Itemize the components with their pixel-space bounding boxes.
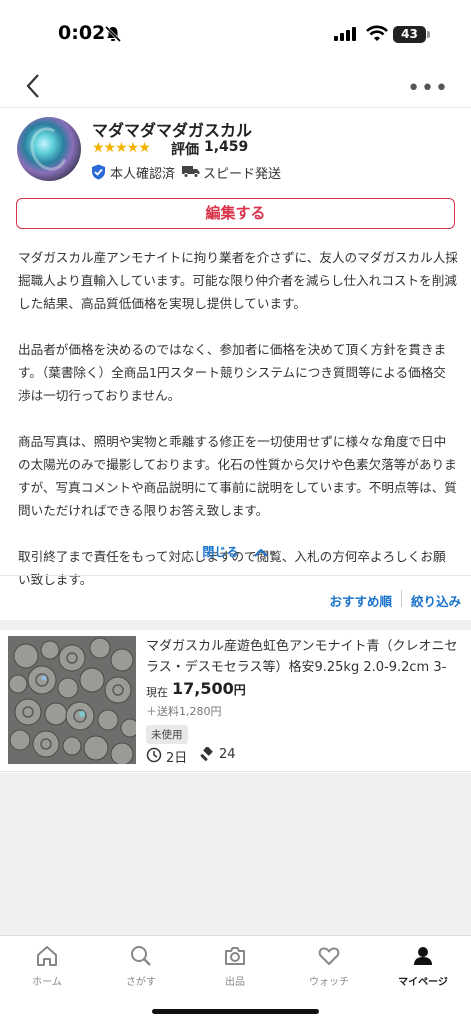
price-label: 現在 xyxy=(146,686,168,699)
item-title[interactable]: マダガスカル産遊色虹色アンモナイト青（クレオニセラス・デスモセラス等）格安9.2… xyxy=(146,636,464,678)
chevron-up-icon xyxy=(253,548,268,557)
sort-bar: おすすめ順 絞り込み xyxy=(0,576,471,620)
price-value: 17,500 xyxy=(172,679,234,698)
bid-count: 24 xyxy=(219,747,236,762)
sort-recommend-button[interactable]: おすすめ順 xyxy=(329,591,392,610)
signal-icon xyxy=(334,27,356,41)
rating-count[interactable]: 1,459 xyxy=(204,139,248,155)
rating-label: 評価 xyxy=(171,142,199,158)
tab-home[interactable]: ホーム xyxy=(0,936,94,996)
home-icon xyxy=(37,946,57,966)
tab-label: ホーム xyxy=(32,977,62,988)
home-indicator xyxy=(152,1009,319,1014)
bell-muted-icon xyxy=(104,25,122,43)
item-thumbnail[interactable] xyxy=(8,636,136,764)
section-gap xyxy=(0,620,471,630)
empty-area xyxy=(0,773,471,935)
seller-description: マダガスカル産アンモナイトに拘り業者を介さずに、友人のマダガスカル人採掘職人より… xyxy=(18,246,458,591)
edit-button[interactable]: 編集する xyxy=(16,198,455,229)
condition-badge: 未使用 xyxy=(146,725,188,744)
tab-label: マイページ xyxy=(398,977,448,988)
truck-icon xyxy=(182,166,200,178)
wifi-icon xyxy=(366,25,388,41)
description-paragraph: 商品写真は、照明や実物と乖離する修正を一切使用せずに様々な角度で日中の太陽光のみ… xyxy=(18,434,457,518)
clock-icon xyxy=(146,747,162,763)
tab-sell[interactable]: 出品 xyxy=(188,936,282,996)
time-left: 2日 xyxy=(166,751,188,766)
battery-indicator: 43 xyxy=(393,26,426,43)
shipping-fee: ＋送料1,280円 xyxy=(146,705,222,718)
avatar[interactable] xyxy=(17,117,81,181)
seller-name[interactable]: マダマダマダガスカル xyxy=(92,117,252,141)
listing-item[interactable]: マダガスカル産遊色虹色アンモナイト青（クレオニセラス・デスモセラス等）格安9.2… xyxy=(0,630,471,772)
description-paragraph: マダガスカル産アンモナイトに拘り業者を介さずに、友人のマダガスカル人採掘職人より… xyxy=(18,250,458,311)
tab-search[interactable]: さがす xyxy=(94,936,188,996)
description-paragraph: 出品者が価格を決めるのではなく、参加者に価格を決めて頂く方針を貫きます。（葉書除… xyxy=(18,342,447,403)
current-price: 17,500円 xyxy=(172,679,246,698)
status-time: 0:02 xyxy=(58,22,106,44)
more-icon[interactable]: ••• xyxy=(407,76,449,101)
collapse-toggle[interactable]: 閉じる xyxy=(0,543,471,560)
tab-mypage[interactable]: マイページ xyxy=(376,936,470,996)
search-icon xyxy=(131,946,151,966)
person-icon xyxy=(414,947,432,965)
verified-shield-icon xyxy=(92,164,105,180)
back-chevron-icon[interactable] xyxy=(24,72,44,100)
gavel-icon xyxy=(200,747,213,761)
tab-label: ウォッチ xyxy=(309,977,349,988)
filter-button[interactable]: 絞り込み xyxy=(411,591,461,610)
tab-label: 出品 xyxy=(225,977,245,988)
verified-label: 本人確認済 xyxy=(110,167,176,182)
nav-bar: ••• xyxy=(0,64,471,108)
price-unit: 円 xyxy=(233,683,246,697)
tab-watch[interactable]: ウォッチ xyxy=(282,936,376,996)
rating-stars: ★★★★★ xyxy=(92,140,151,156)
battery-nub xyxy=(427,31,430,38)
speed-shipping-label: スピード発送 xyxy=(203,167,282,182)
collapse-label: 閉じる xyxy=(202,545,239,559)
tab-label: さがす xyxy=(126,977,156,988)
camera-icon xyxy=(225,947,245,965)
sort-separator xyxy=(401,590,402,607)
status-bar: 0:02 43 xyxy=(0,0,471,64)
heart-icon xyxy=(318,947,340,965)
